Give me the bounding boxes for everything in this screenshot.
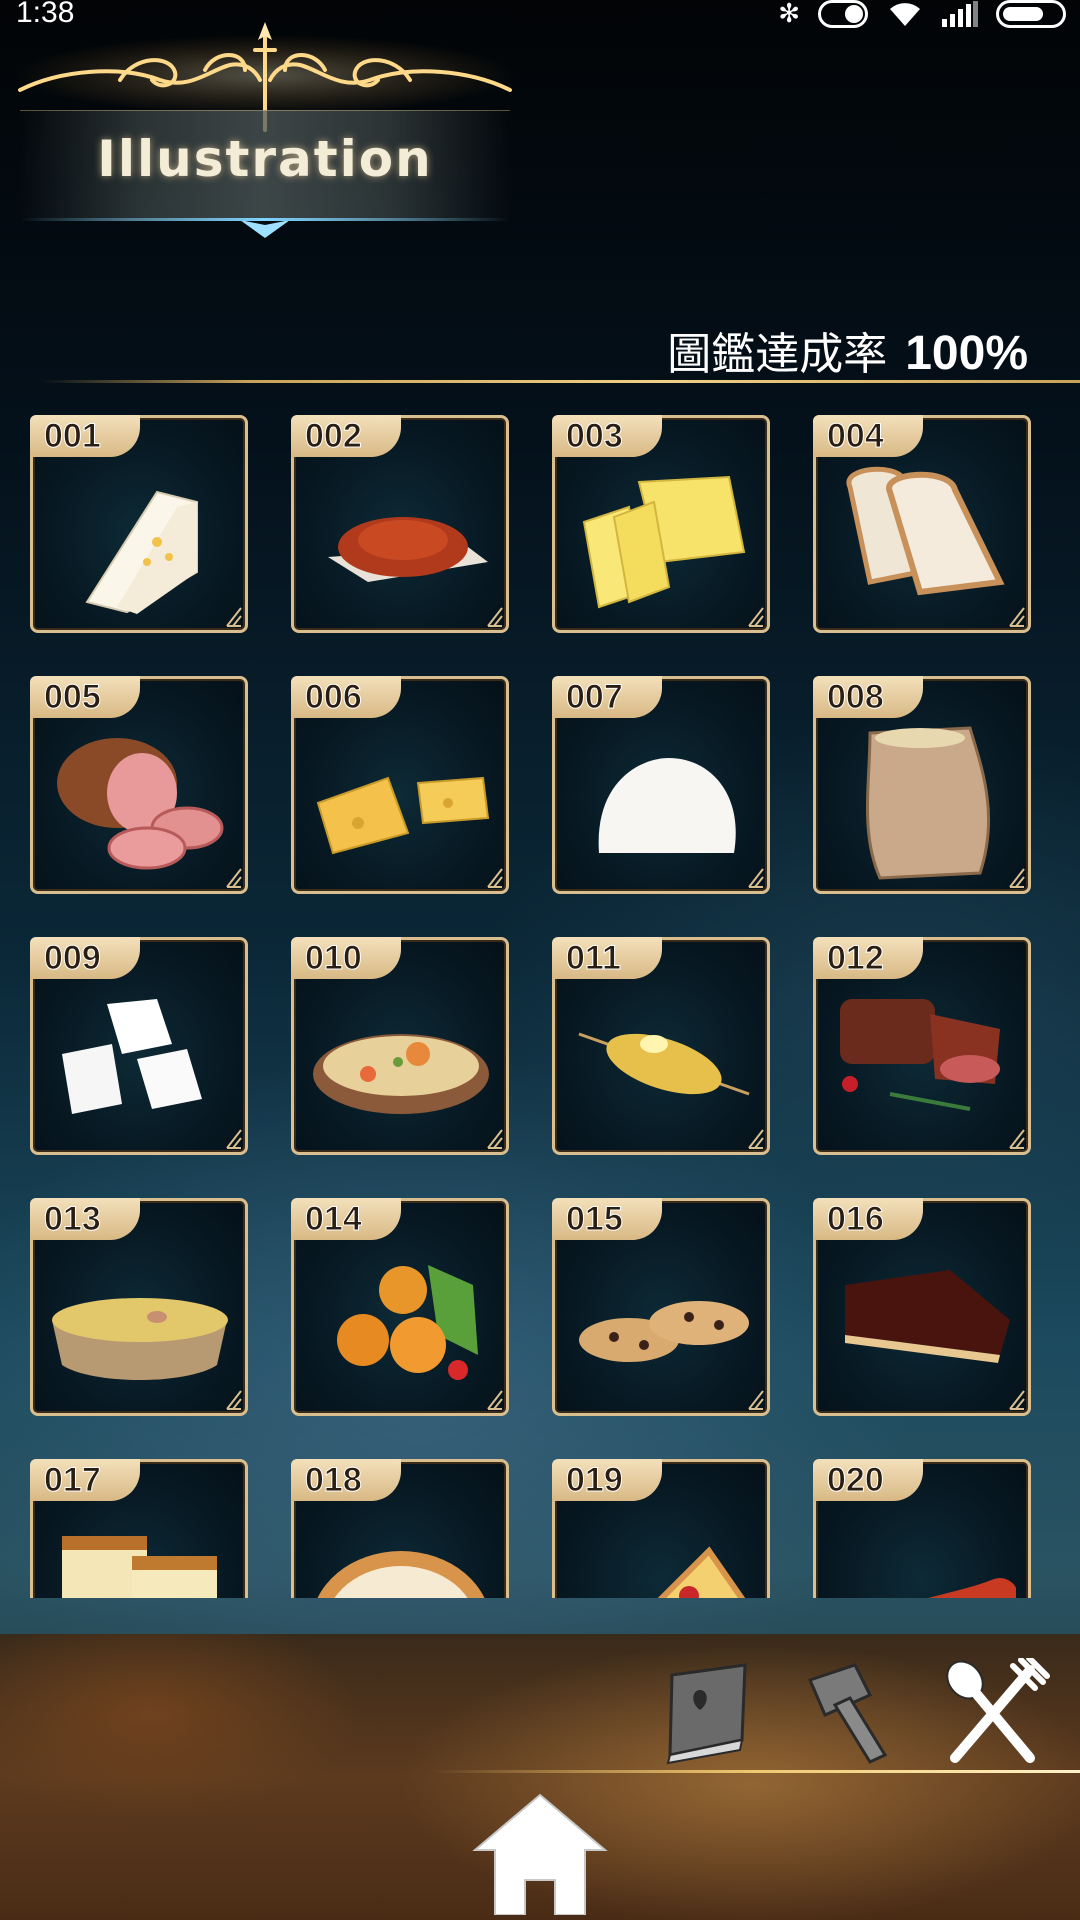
butter-icon: [582, 475, 746, 609]
illustration-card[interactable]: 002: [291, 415, 509, 633]
soup-icon: [52, 1298, 228, 1380]
illustration-card[interactable]: 005: [30, 676, 248, 894]
corner-mark-icon: [1009, 607, 1025, 627]
hammer-icon: [807, 1663, 888, 1764]
card-number: 006: [291, 676, 401, 718]
illustration-card[interactable]: 008: [813, 676, 1031, 894]
illustration-card[interactable]: 012: [813, 937, 1031, 1155]
battery-icon: [996, 0, 1066, 28]
sausage-icon: [928, 1578, 1016, 1598]
page-title: Illustration: [97, 130, 433, 188]
card-number: 010: [291, 937, 401, 979]
corner-mark-icon: [748, 607, 764, 627]
ham-icon: [57, 738, 224, 870]
sandwich-icon: [85, 490, 198, 614]
wifi-icon: [886, 0, 924, 28]
corner-mark-icon: [226, 1390, 242, 1410]
illustration-book-button[interactable]: [650, 1655, 760, 1765]
corner-mark-icon: [748, 1129, 764, 1149]
card-number: 018: [291, 1459, 401, 1501]
corner-mark-icon: [487, 607, 503, 627]
fried-chicken-icon: [337, 1265, 478, 1380]
corner-mark-icon: [487, 1129, 503, 1149]
dough-icon: [598, 758, 736, 853]
flour-sack-icon: [866, 726, 991, 880]
card-number: 007: [552, 676, 662, 718]
card-number: 002: [291, 415, 401, 457]
illustration-card[interactable]: 015: [552, 1198, 770, 1416]
illustration-card[interactable]: 016: [813, 1198, 1031, 1416]
illustration-grid[interactable]: 001 002 003 004 005 006 007 008 009 010 …: [0, 405, 1080, 1598]
illustration-card[interactable]: 013: [30, 1198, 248, 1416]
corner-mark-icon: [748, 1390, 764, 1410]
pizza-icon: [657, 1546, 746, 1598]
home-button[interactable]: [470, 1790, 610, 1916]
illustration-card[interactable]: 018: [291, 1459, 509, 1598]
corner-mark-icon: [226, 607, 242, 627]
card-number: 008: [813, 676, 923, 718]
cookies-icon: [579, 1301, 749, 1362]
card-number: 001: [30, 415, 140, 457]
stew-icon: [313, 1034, 489, 1114]
corner-mark-icon: [1009, 868, 1025, 888]
grilled-corn-icon: [578, 1032, 750, 1096]
book-icon: [666, 1663, 747, 1765]
sugar-cubes-icon: [62, 999, 202, 1114]
card-number: 009: [30, 937, 140, 979]
illustration-card[interactable]: 020: [813, 1459, 1031, 1598]
pie-icon: [317, 1551, 485, 1598]
bluetooth-icon: ✻: [778, 0, 800, 29]
bread-slices-icon: [846, 466, 1005, 596]
header-underline: [20, 218, 510, 221]
home-icon: [472, 1793, 608, 1916]
card-number: 014: [291, 1198, 401, 1240]
utensils-icon: [946, 1655, 1050, 1763]
completion-label: 圖鑑達成率: [667, 329, 888, 380]
status-icons: ✻: [778, 0, 1066, 28]
card-number: 012: [813, 937, 923, 979]
card-number: 004: [813, 415, 923, 457]
card-number: 013: [30, 1198, 140, 1240]
corner-mark-icon: [748, 868, 764, 888]
corner-mark-icon: [487, 868, 503, 888]
illustration-card[interactable]: 014: [291, 1198, 509, 1416]
illustration-card[interactable]: 011: [552, 937, 770, 1155]
illustration-card[interactable]: 019: [552, 1459, 770, 1598]
corner-mark-icon: [226, 868, 242, 888]
card-number: 003: [552, 415, 662, 457]
illustration-card[interactable]: 009: [30, 937, 248, 1155]
card-number: 016: [813, 1198, 923, 1240]
craft-button[interactable]: [790, 1660, 900, 1770]
illustration-card[interactable]: 004: [813, 415, 1031, 633]
card-number: 020: [813, 1459, 923, 1501]
card-number: 011: [552, 937, 662, 979]
illustration-card[interactable]: 006: [291, 676, 509, 894]
castella-icon: [62, 1536, 217, 1598]
chili-powder-icon: [328, 517, 488, 582]
cheese-icon: [316, 776, 490, 855]
card-number: 017: [30, 1459, 140, 1501]
bottom-divider: [430, 1770, 1080, 1773]
card-number: 015: [552, 1198, 662, 1240]
card-number: 005: [30, 676, 140, 718]
header-banner: Illustration: [0, 10, 530, 240]
corner-mark-icon: [487, 1390, 503, 1410]
toggle-icon: [818, 0, 868, 28]
chocolate-cake-icon: [845, 1270, 1010, 1363]
corner-mark-icon: [1009, 1390, 1025, 1410]
divider: [40, 380, 1080, 383]
steak-icon: [840, 999, 1000, 1111]
illustration-card[interactable]: 001: [30, 415, 248, 633]
cook-button[interactable]: [935, 1655, 1050, 1768]
corner-mark-icon: [1009, 1129, 1025, 1149]
signal-icon: [942, 1, 978, 27]
illustration-card[interactable]: 017: [30, 1459, 248, 1598]
completion-rate: 圖鑑達成率 100%: [667, 318, 1028, 382]
illustration-card[interactable]: 003: [552, 415, 770, 633]
corner-mark-icon: [226, 1129, 242, 1149]
card-number: 019: [552, 1459, 662, 1501]
illustration-card[interactable]: 010: [291, 937, 509, 1155]
completion-value: 100%: [905, 327, 1028, 380]
illustration-card[interactable]: 007: [552, 676, 770, 894]
